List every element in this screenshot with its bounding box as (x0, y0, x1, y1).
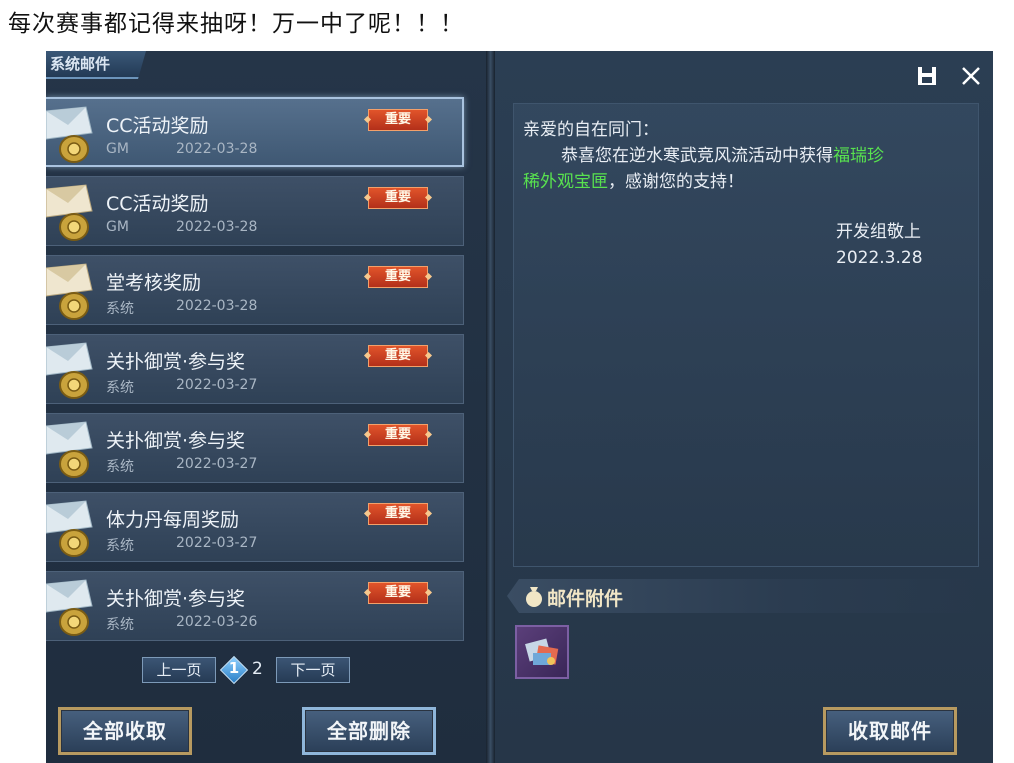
current-page-number: 1 (228, 659, 240, 677)
collect-all-button[interactable]: 全部收取 (58, 707, 192, 755)
treasure-box-icon (525, 638, 559, 665)
tab-system-mail[interactable]: 系统邮件 (46, 51, 146, 79)
attachment-item[interactable] (515, 625, 569, 679)
important-badge: 重要 (368, 424, 428, 446)
mail-envelope-icon (46, 421, 93, 478)
money-bag-icon (526, 587, 542, 607)
collect-mail-button[interactable]: 收取邮件 (823, 707, 957, 755)
reward-name-part1: 福瑞珍 (833, 146, 884, 166)
panel-divider (486, 51, 495, 763)
mail-date: 2022-03-27 (176, 456, 258, 472)
mail-title: 关扑御赏·参与奖 (106, 351, 246, 373)
mail-date: 2022-03-28 (176, 141, 258, 157)
mail-item[interactable]: 堂考核奖励 系统 2022-03-28 重要 (46, 255, 464, 325)
important-badge: 重要 (368, 109, 428, 131)
close-icon[interactable] (959, 65, 983, 89)
mail-date: 2022-03-28 (176, 219, 258, 235)
next-page-button[interactable]: 下一页 (276, 657, 350, 683)
mail-envelope-icon (46, 106, 93, 163)
mail-item[interactable]: CC活动奖励 GM 2022-03-28 重要 (46, 176, 464, 246)
mail-title: 关扑御赏·参与奖 (106, 588, 246, 610)
mail-title: CC活动奖励 (106, 115, 209, 137)
mail-envelope-icon (46, 184, 93, 241)
mail-date: 2022-03-28 (176, 298, 258, 314)
reward-name-part2: 稀外观宝匣 (523, 172, 608, 192)
letter-body-line1: 恭喜您在逆水寒武竞风流活动中获得福瑞珍 (561, 143, 884, 169)
mail-sender: 系统 (106, 380, 134, 396)
mail-sender: 系统 (106, 459, 134, 475)
important-badge: 重要 (368, 503, 428, 525)
mail-envelope-icon (46, 579, 93, 636)
mail-sender: 系统 (106, 617, 134, 633)
mail-sender: GM (106, 219, 129, 235)
important-badge: 重要 (368, 345, 428, 367)
mail-date: 2022-03-26 (176, 614, 258, 630)
mail-detail-panel: 亲爱的自在同门： 恭喜您在逆水寒武竞风流活动中获得福瑞珍 稀外观宝匣，感谢您的支… (495, 51, 993, 763)
mail-envelope-icon (46, 342, 93, 399)
mail-item[interactable]: CC活动奖励 GM 2022-03-28 重要 (46, 97, 464, 167)
mail-title: 关扑御赏·参与奖 (106, 430, 246, 452)
important-badge: 重要 (368, 582, 428, 604)
mail-date: 2022-03-27 (176, 377, 258, 393)
mail-envelope-icon (46, 263, 93, 320)
mail-date: 2022-03-27 (176, 535, 258, 551)
mail-list-panel: 系统邮件 CC活动奖励 GM 2022-03-28 重要 CC活动奖励 GM 2… (46, 51, 486, 763)
mail-item[interactable]: 关扑御赏·参与奖 系统 2022-03-27 重要 (46, 413, 464, 483)
mail-title: CC活动奖励 (106, 193, 209, 215)
game-mail-window: 系统邮件 CC活动奖励 GM 2022-03-28 重要 CC活动奖励 GM 2… (46, 51, 993, 763)
letter-body-prefix: 恭喜您在逆水寒武竞风流活动中获得 (561, 146, 833, 166)
tab-system-mail-label: 系统邮件 (50, 55, 111, 73)
page-2-link[interactable]: 2 (252, 659, 263, 679)
mail-sender: GM (106, 141, 129, 157)
letter-sign-date: 2022.3.28 (836, 248, 923, 268)
prev-page-button[interactable]: 上一页 (142, 657, 216, 683)
mail-title: 堂考核奖励 (106, 272, 202, 294)
letter-greeting: 亲爱的自在同门： (523, 120, 659, 140)
important-badge: 重要 (368, 266, 428, 288)
letter-body-line2: 稀外观宝匣，感谢您的支持！ (523, 169, 744, 195)
important-badge: 重要 (368, 187, 428, 209)
save-icon[interactable] (915, 65, 939, 89)
delete-all-button[interactable]: 全部删除 (302, 707, 436, 755)
mail-item[interactable]: 体力丹每周奖励 系统 2022-03-27 重要 (46, 492, 464, 562)
attachments-title: 邮件附件 (547, 588, 624, 610)
mail-title: 体力丹每周奖励 (106, 509, 240, 531)
letter-body-suffix: ，感谢您的支持！ (608, 172, 744, 192)
mail-sender: 系统 (106, 301, 134, 317)
post-caption: 每次赛事都记得来抽呀！万一中了呢！！！ (8, 11, 464, 37)
mail-item[interactable]: 关扑御赏·参与奖 系统 2022-03-26 重要 (46, 571, 464, 641)
mail-envelope-icon (46, 500, 93, 557)
mail-item[interactable]: 关扑御赏·参与奖 系统 2022-03-27 重要 (46, 334, 464, 404)
mail-sender: 系统 (106, 538, 134, 554)
letter-signature: 开发组敬上 (836, 222, 921, 242)
